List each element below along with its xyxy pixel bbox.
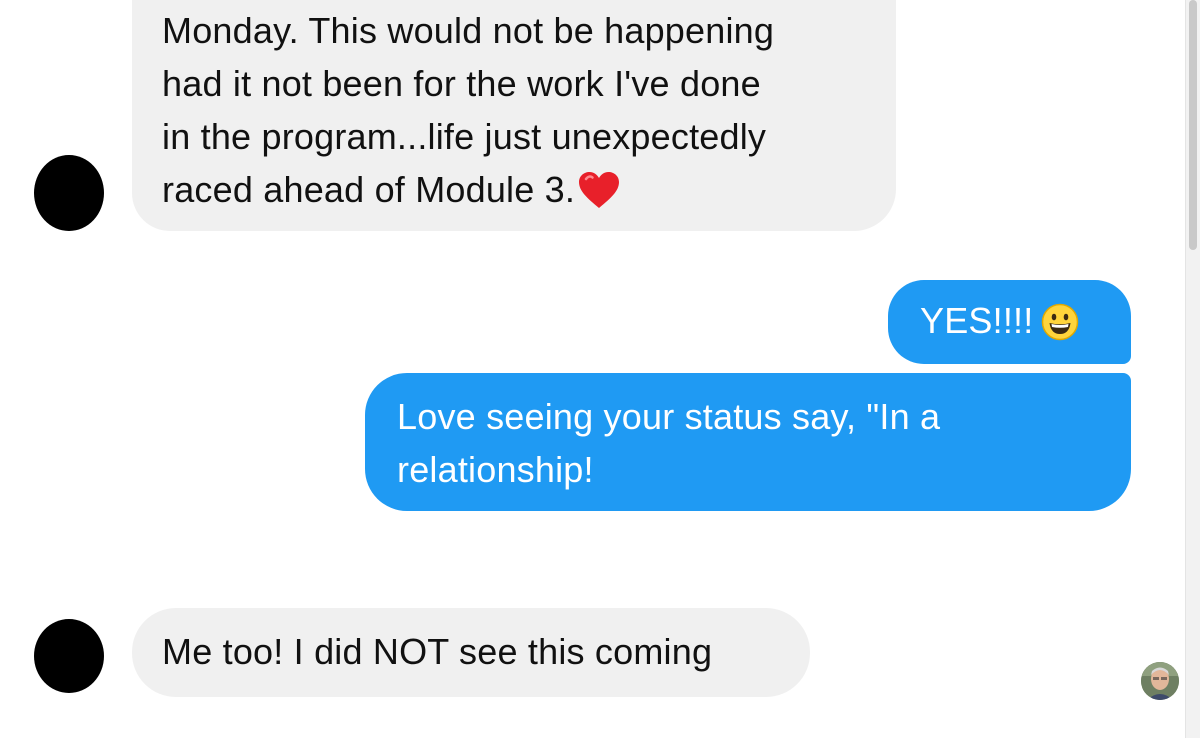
grinning-face-icon — [1041, 302, 1079, 341]
contact-avatar[interactable] — [34, 155, 104, 231]
sent-message-bubble: YES!!!! — [888, 280, 1131, 364]
message-line-last: raced ahead of Module 3. — [162, 163, 866, 216]
received-message-bubble: Monday. This would not be happening had … — [132, 0, 896, 231]
received-message-bubble: Me too! I did NOT see this coming — [132, 608, 810, 697]
seen-by-avatar — [1141, 662, 1179, 700]
message-line: relationship! — [397, 449, 594, 490]
message-line: Monday. This would not be happening — [162, 10, 775, 51]
message-text: Me too! I did NOT see this coming — [162, 631, 713, 672]
message-text: YES!!!! — [920, 300, 1034, 341]
message-line: had it not been for the work I've done — [162, 63, 761, 104]
message-line: Love seeing your status say, "In a — [397, 396, 941, 437]
scrollbar-thumb[interactable] — [1189, 0, 1197, 250]
sent-message-bubble: Love seeing your status say, "In a relat… — [365, 373, 1131, 511]
message-text: raced ahead of Module 3. — [162, 169, 576, 210]
message-line: in the program...life just unexpectedly — [162, 116, 767, 157]
scrollbar[interactable] — [1185, 0, 1200, 738]
heart-icon — [577, 170, 621, 210]
contact-avatar[interactable] — [34, 619, 104, 693]
